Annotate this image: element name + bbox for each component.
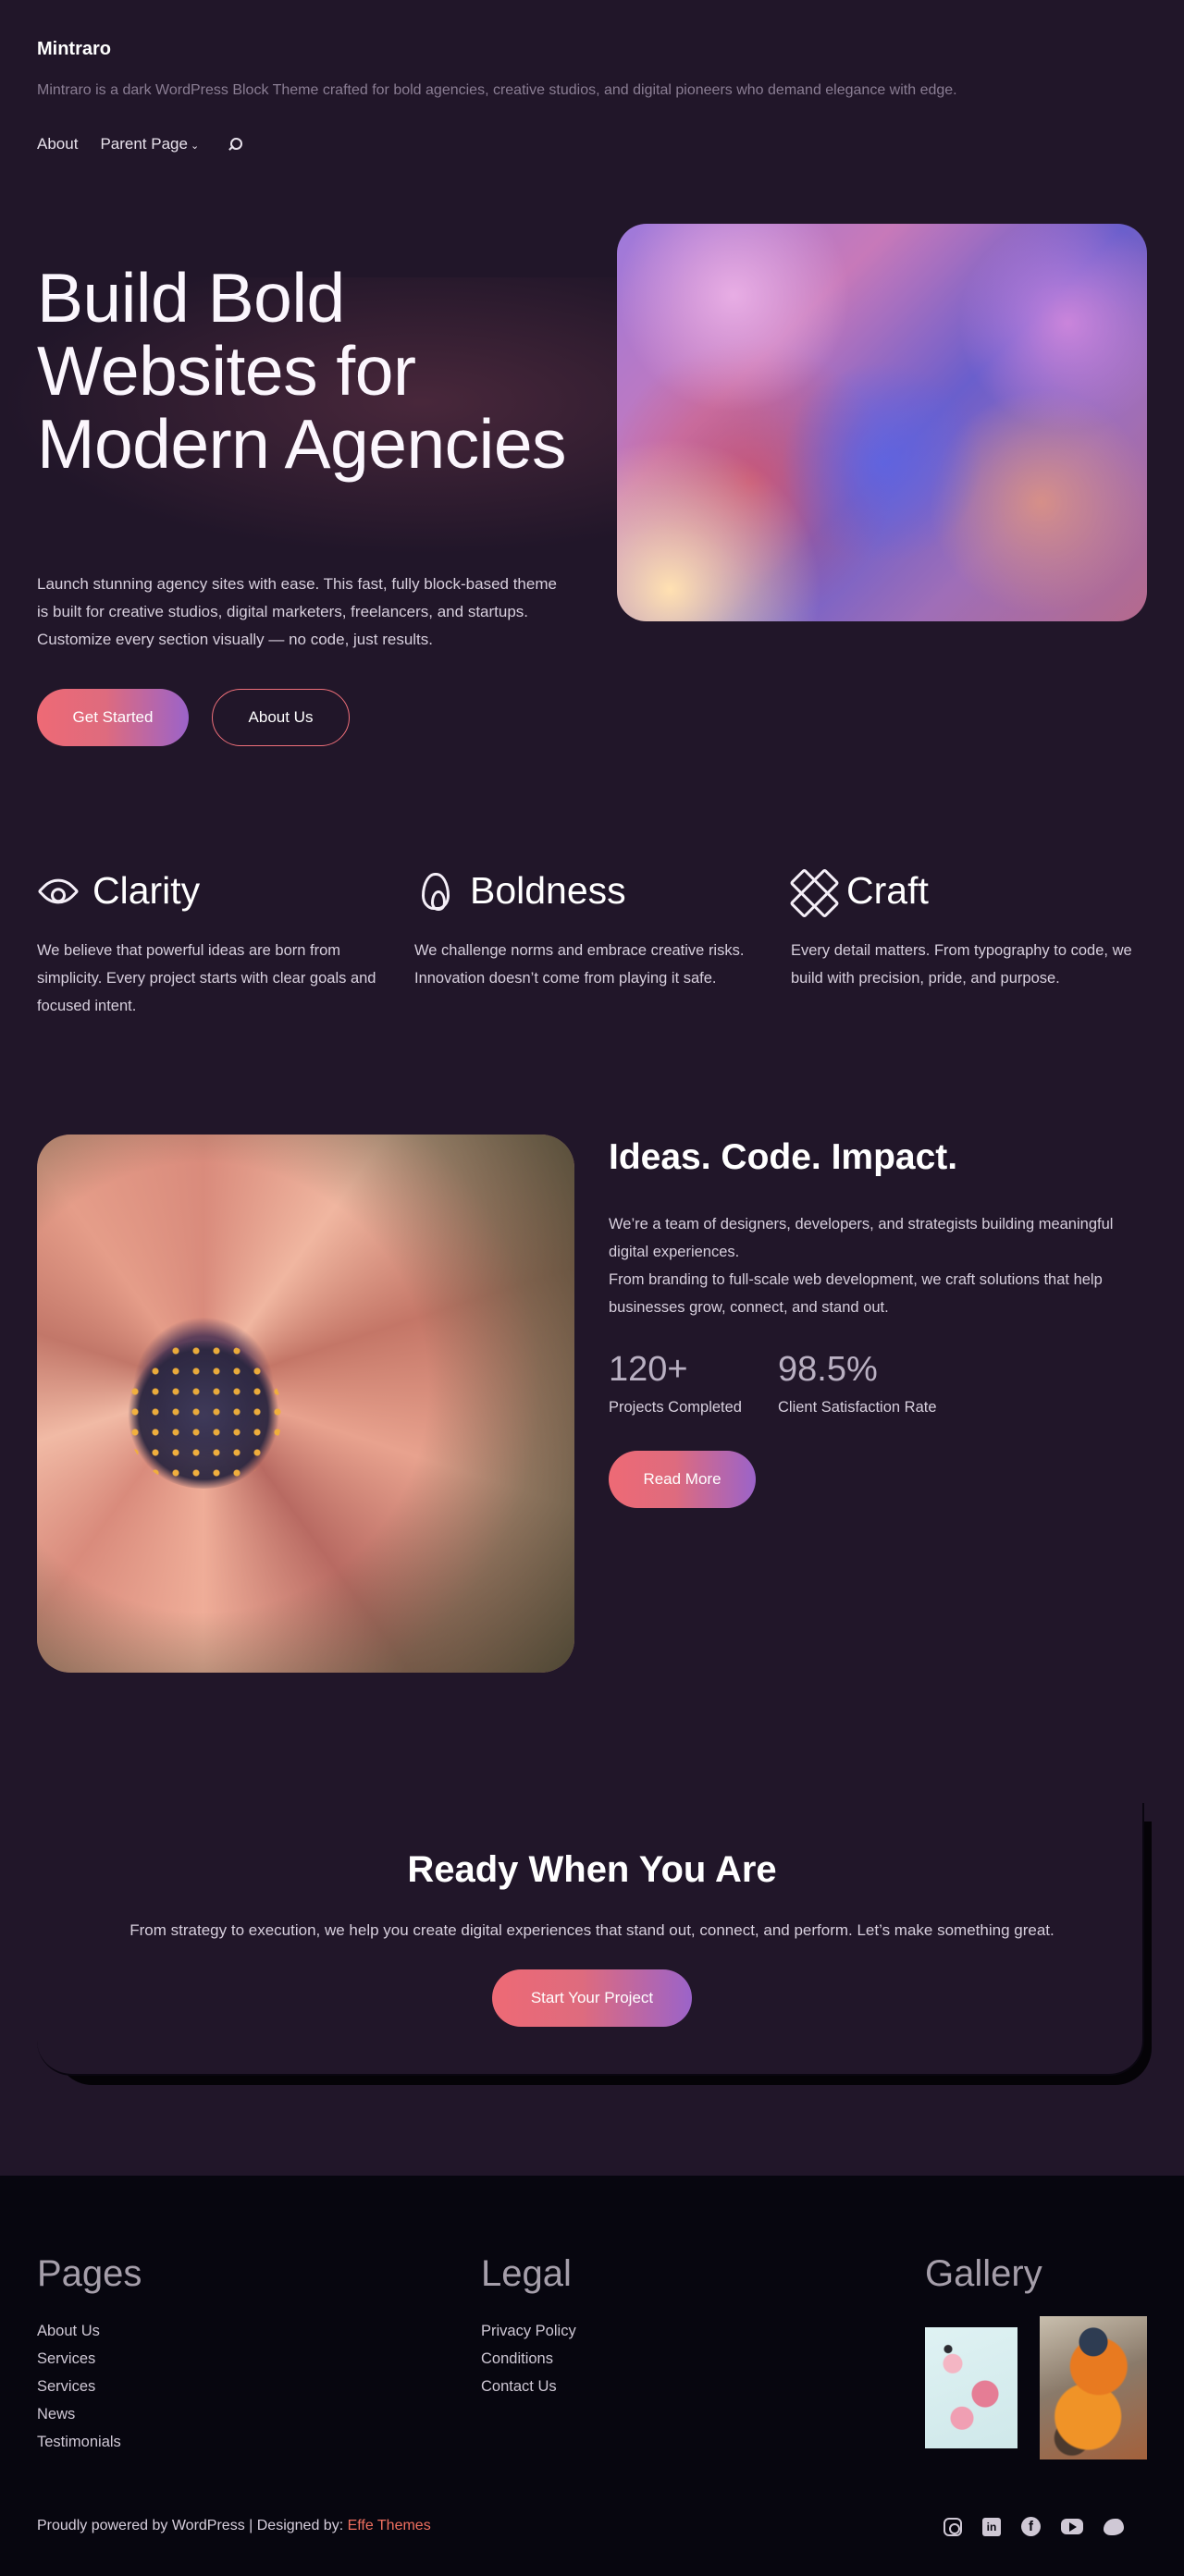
footer-legal-title: Legal — [481, 2253, 572, 2294]
gallery-image-backpack[interactable] — [1040, 2316, 1147, 2459]
value-title: Clarity — [92, 869, 201, 912]
site-title[interactable]: Mintraro — [37, 39, 111, 60]
hero-image — [617, 224, 1147, 621]
footer-link-news[interactable]: News — [37, 2406, 75, 2423]
youtube-icon[interactable] — [1061, 2519, 1083, 2534]
site-tagline: Mintraro is a dark WordPress Block Theme… — [37, 82, 957, 98]
flower-center — [125, 1341, 282, 1489]
value-clarity: Clarity We believe that powerful ideas a… — [37, 869, 388, 1020]
get-started-button[interactable]: Get Started — [37, 689, 189, 746]
value-title: Craft — [846, 869, 929, 912]
nav-item-about[interactable]: About — [37, 135, 78, 153]
cta-title: Ready When You Are — [407, 1849, 777, 1890]
footer-credit: Proudly powered by WordPress | Designed … — [37, 2518, 431, 2534]
value-text: Every detail matters. From typography to… — [791, 942, 1132, 987]
footer-link-about-us[interactable]: About Us — [37, 2323, 100, 2339]
search-icon[interactable] — [227, 136, 243, 153]
about-text: We’re a team of designers, developers, a… — [609, 1210, 1145, 1321]
value-text: We believe that powerful ideas are born … — [37, 942, 376, 1014]
footer-credit-text: Proudly powered by WordPress | Designed … — [37, 2518, 348, 2533]
stat-label: Client Satisfaction Rate — [778, 1399, 937, 1416]
footer-gallery: Gallery — [925, 2253, 1042, 2295]
footer-link-conditions[interactable]: Conditions — [481, 2350, 553, 2367]
about-text-2: From branding to full-scale web developm… — [609, 1271, 1103, 1316]
eye-icon — [37, 869, 80, 913]
footer-pages-title: Pages — [37, 2253, 142, 2294]
footer-credit-link[interactable]: Effe Themes — [348, 2518, 431, 2533]
social-links: in f — [944, 2517, 1124, 2536]
stat-value: 120+ — [609, 1350, 688, 1389]
footer-link-services[interactable]: Services — [37, 2350, 95, 2367]
cta-text: From strategy to execution, we help you … — [130, 1921, 1054, 1939]
hero-text: Launch stunning agency sites with ease. … — [37, 575, 557, 648]
flame-icon — [422, 872, 450, 911]
about-us-button[interactable]: About Us — [212, 689, 350, 746]
read-more-button[interactable]: Read More — [609, 1451, 756, 1508]
footer-link-services-2[interactable]: Services — [37, 2378, 95, 2395]
facebook-icon[interactable]: f — [1021, 2517, 1041, 2536]
footer-gallery-title: Gallery — [925, 2253, 1042, 2294]
nav-item-parent-page[interactable]: Parent Page ⌄ — [100, 135, 199, 153]
value-title: Boldness — [470, 869, 626, 912]
footer-link-privacy-policy[interactable]: Privacy Policy — [481, 2323, 576, 2339]
footer-pages: Pages About Us Services Services News Te… — [37, 2253, 142, 2456]
twitter-icon[interactable] — [1104, 2518, 1124, 2535]
nav-item-parent-page-label: Parent Page — [100, 135, 188, 153]
gallery-image-pastries[interactable] — [925, 2327, 1018, 2448]
stat-satisfaction: 98.5% Client Satisfaction Rate — [778, 1350, 937, 1417]
value-boldness: Boldness We challenge norms and embrace … — [414, 869, 766, 992]
chevron-down-icon: ⌄ — [190, 141, 200, 152]
stat-value: 98.5% — [778, 1350, 878, 1389]
footer-link-contact-us[interactable]: Contact Us — [481, 2378, 557, 2395]
footer-legal-links: Privacy Policy Conditions Contact Us — [481, 2317, 576, 2400]
stat-projects: 120+ Projects Completed — [609, 1350, 742, 1417]
pencil-ruler-icon — [791, 870, 833, 913]
footer-link-testimonials[interactable]: Testimonials — [37, 2434, 121, 2450]
footer-pages-links: About Us Services Services News Testimon… — [37, 2317, 142, 2456]
about-text-1: We’re a team of designers, developers, a… — [609, 1216, 1114, 1260]
hero-title: Build Bold Websites for Modern Agencies — [37, 259, 567, 483]
value-craft: Craft Every detail matters. From typogra… — [791, 869, 1142, 992]
stat-label: Projects Completed — [609, 1399, 742, 1416]
start-project-button[interactable]: Start Your Project — [492, 1969, 692, 2027]
about-title: Ideas. Code. Impact. — [609, 1137, 958, 1177]
linkedin-icon[interactable]: in — [982, 2517, 1001, 2536]
main-nav: About Parent Page ⌄ — [37, 135, 243, 153]
instagram-icon[interactable] — [944, 2517, 962, 2536]
footer-legal: Legal Privacy Policy Conditions Contact … — [481, 2253, 576, 2400]
value-text: We challenge norms and embrace creative … — [414, 942, 745, 987]
flower-image-vignette — [37, 1135, 574, 1673]
